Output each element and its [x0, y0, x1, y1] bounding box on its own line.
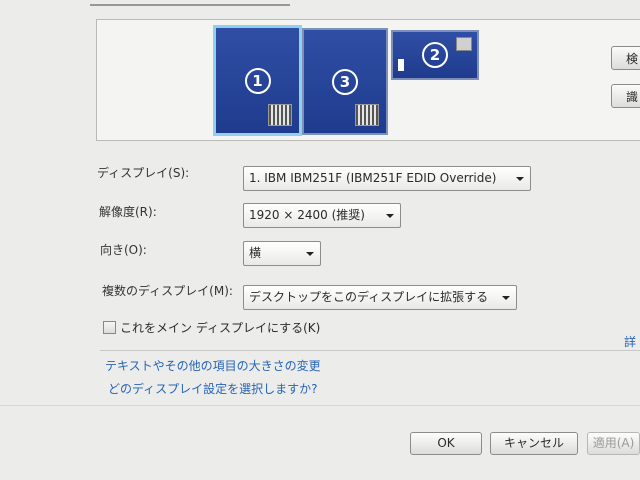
text-size-link[interactable]: テキストやその他の項目の大きさの変更 — [105, 357, 321, 374]
ok-button[interactable]: OK — [410, 432, 482, 455]
which-settings-link[interactable]: どのディスプレイ設定を選択しますか? — [108, 380, 318, 397]
monitor-2-tile[interactable]: 2 — [391, 30, 479, 80]
display-icon — [456, 37, 472, 51]
monitor-3-tile[interactable]: 3 — [302, 28, 388, 135]
chevron-down-icon — [516, 177, 524, 181]
monitor-number: 3 — [332, 68, 358, 95]
main-display-checkbox-row[interactable]: これをメイン ディスプレイにする(K) — [103, 319, 320, 336]
main-display-label: これをメイン ディスプレイにする(K) — [120, 321, 321, 335]
resolution-label: 解像度(R): — [99, 205, 157, 219]
chevron-down-icon — [386, 214, 394, 218]
display-select[interactable]: 1. IBM IBM251F (IBM251F EDID Override) — [243, 166, 531, 191]
chevron-down-icon — [306, 252, 314, 256]
multiple-displays-select[interactable]: デスクトップをこのディスプレイに拡張する — [243, 285, 517, 310]
divider — [100, 350, 640, 351]
orientation-label: 向き(O): — [100, 243, 147, 257]
resolution-select[interactable]: 1920 × 2400 (推奨) — [243, 203, 401, 228]
display-grid-icon — [355, 104, 379, 126]
window-title-remnant — [90, 0, 290, 6]
multiple-displays-label: 複数のディスプレイ(M): — [102, 284, 233, 298]
monitor-number: 1 — [244, 67, 271, 94]
orientation-select[interactable]: 横 — [243, 241, 321, 266]
monitor-arrangement-panel: 1 3 2 — [96, 19, 640, 141]
cursor-icon — [398, 59, 404, 71]
chevron-down-icon — [502, 296, 510, 300]
display-grid-icon — [268, 104, 292, 126]
identify-button[interactable]: 識 — [611, 84, 640, 108]
display-select-value: 1. IBM IBM251F (IBM251F EDID Override) — [249, 171, 497, 185]
apply-button[interactable]: 適用(A) — [587, 432, 640, 455]
advanced-settings-link[interactable]: 詳 — [624, 333, 636, 350]
main-display-checkbox[interactable] — [103, 321, 116, 334]
footer-separator — [0, 405, 640, 406]
cancel-button[interactable]: キャンセル — [490, 432, 578, 455]
monitor-1-tile[interactable]: 1 — [214, 26, 301, 135]
display-label: ディスプレイ(S): — [97, 166, 190, 180]
monitor-number: 2 — [422, 42, 448, 68]
resolution-select-value: 1920 × 2400 (推奨) — [249, 208, 365, 222]
detect-button[interactable]: 検 — [611, 46, 640, 70]
multiple-displays-select-value: デスクトップをこのディスプレイに拡張する — [249, 290, 489, 304]
orientation-select-value: 横 — [249, 246, 262, 260]
